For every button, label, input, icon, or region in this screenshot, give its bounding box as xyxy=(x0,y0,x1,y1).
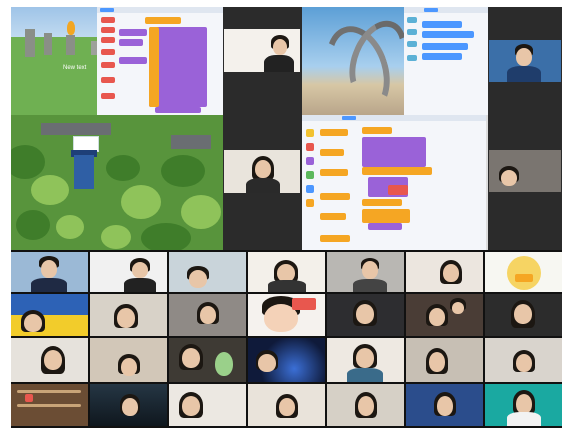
video-tile xyxy=(90,338,167,382)
video-tile xyxy=(327,294,404,336)
video-tile xyxy=(485,338,562,382)
video-tile xyxy=(11,294,88,336)
video-tile xyxy=(406,252,483,292)
video-tile xyxy=(248,252,325,292)
video-tile xyxy=(169,252,246,292)
video-tile xyxy=(169,384,246,426)
video-tile xyxy=(327,384,404,426)
castle-sprite xyxy=(74,155,94,189)
video-tile xyxy=(90,384,167,426)
code-blocks-panel-c xyxy=(404,7,488,115)
video-tile xyxy=(406,294,483,336)
cartoon-duck-avatar xyxy=(485,252,562,292)
code-blocks-panel-b xyxy=(302,115,486,250)
flame-sprite xyxy=(67,21,75,35)
video-tile-presenter-1 xyxy=(224,29,300,72)
code-blocks-panel-a xyxy=(97,7,223,117)
video-tile xyxy=(406,384,483,426)
shared-screen-stage-b xyxy=(11,115,223,250)
video-tile xyxy=(11,338,88,382)
video-tile xyxy=(11,252,88,292)
video-tile-presenter-4 xyxy=(489,150,561,192)
video-tile xyxy=(485,384,562,426)
scene-label: New text xyxy=(63,65,87,71)
video-tile xyxy=(327,338,404,382)
video-tile xyxy=(248,384,325,426)
shared-screen-stage-c xyxy=(302,7,404,115)
video-tile-presenter-3 xyxy=(489,40,561,82)
cartoon-avatar xyxy=(248,294,325,336)
video-tile xyxy=(90,252,167,292)
video-tile xyxy=(90,294,167,336)
video-tile xyxy=(11,384,88,426)
video-tile xyxy=(406,338,483,382)
video-tile xyxy=(169,338,246,382)
video-tile xyxy=(169,294,246,336)
video-tile xyxy=(485,294,562,336)
video-tile xyxy=(327,252,404,292)
video-tile-presenter-2 xyxy=(224,150,300,193)
video-tile xyxy=(248,338,325,382)
